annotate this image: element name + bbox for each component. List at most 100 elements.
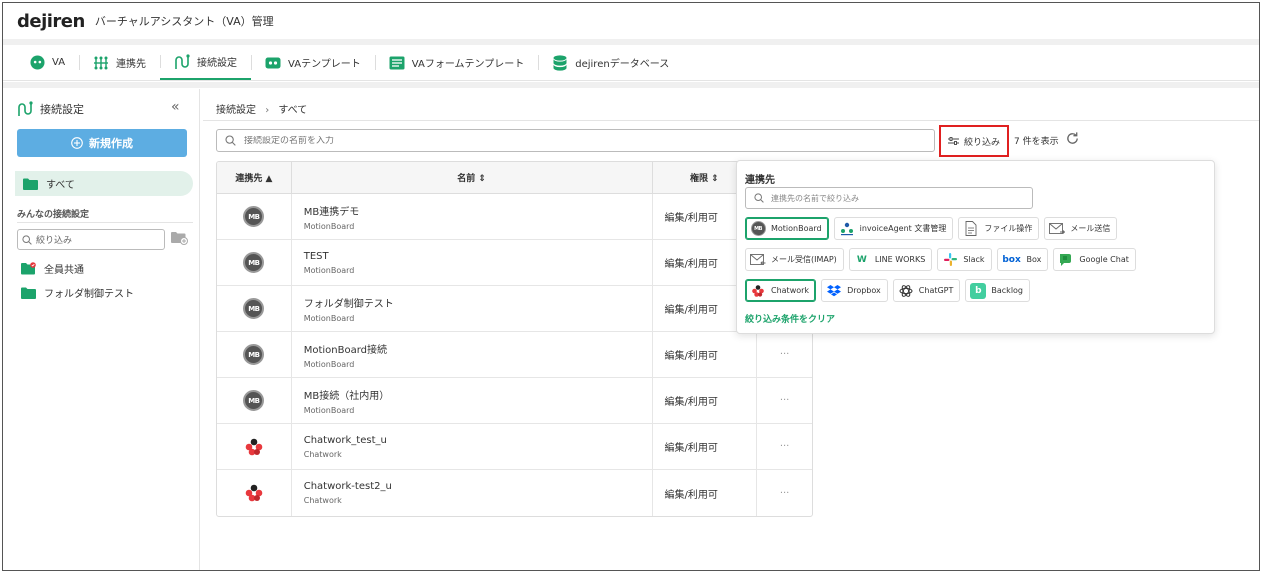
breadcrumb-divider <box>203 120 1259 121</box>
sidebar-item-all[interactable]: すべて <box>15 171 193 196</box>
more-actions-button[interactable]: ··· <box>757 332 812 377</box>
sidebar-heading: 接続設定 <box>17 101 84 117</box>
chip-label: Slack <box>963 255 985 264</box>
column-header-name[interactable]: 名前 ⇕ <box>292 162 653 193</box>
name-cell: Chatwork-test2_u Chatwork <box>292 470 653 516</box>
table-row[interactable]: MB MB接続（社内用） MotionBoard 編集/利用可 ··· <box>217 378 812 424</box>
connection-name[interactable]: MB連携デモ <box>304 203 652 218</box>
chip-chatgpt[interactable]: ChatGPT <box>892 279 961 302</box>
chip-label: メール受信(IMAP) <box>771 255 837 264</box>
clear-filter-link[interactable]: 絞り込み条件をクリア <box>745 312 835 325</box>
integration-search-input[interactable]: 連携先の名前で絞り込み <box>745 187 1033 209</box>
sidebar-filter-input[interactable]: 絞り込み <box>17 229 165 250</box>
tab-label: VA <box>52 57 66 68</box>
box-icon: box <box>1002 254 1021 265</box>
chip-line-works[interactable]: W LINE WORKS <box>848 248 933 271</box>
refresh-icon[interactable] <box>1065 131 1080 149</box>
backlog-icon: b <box>970 282 987 299</box>
tab-va-form-template[interactable]: VAフォームテンプレート <box>374 45 538 80</box>
chip-mail-receive[interactable]: メール受信(IMAP) <box>745 248 844 271</box>
form-icon <box>389 55 405 71</box>
dropbox-icon <box>826 283 842 299</box>
add-folder-icon[interactable] <box>171 231 188 248</box>
tab-connection-settings[interactable]: 接続設定 <box>160 45 252 80</box>
permission-cell: 編集/利用可 <box>653 332 758 377</box>
sidebar-item-everyone[interactable]: 全員共通 <box>21 261 84 276</box>
column-header-service[interactable]: 連携先 ▲ <box>217 162 292 193</box>
chip-slack[interactable]: Slack <box>937 248 992 271</box>
line-works-icon: W <box>856 254 867 265</box>
connection-service: MotionBoard <box>303 405 355 415</box>
permission-cell: 編集/利用可 <box>653 424 758 469</box>
chip-box[interactable]: box Box <box>996 248 1049 271</box>
chip-invoiceagent[interactable]: invoiceAgent 文書管理 <box>833 217 954 240</box>
folder-icon <box>21 287 36 299</box>
connection-search-box[interactable] <box>216 129 935 152</box>
plus-circle-icon <box>71 137 83 149</box>
search-icon <box>754 193 764 203</box>
chip-label: Chatwork <box>771 286 810 295</box>
chip-label: ファイル操作 <box>984 224 1033 233</box>
chip-label: Google Chat <box>1079 255 1129 264</box>
motionboard-icon: MB <box>243 252 265 273</box>
service-cell: MB <box>217 286 292 331</box>
chip-motionboard[interactable]: MB MotionBoard <box>745 217 829 240</box>
service-cell: MB <box>217 240 292 285</box>
sidebar-item-folder-control-test[interactable]: フォルダ制御テスト <box>21 285 134 300</box>
connection-name[interactable]: TEST <box>304 251 652 262</box>
table-row[interactable]: MB フォルダ制御テストMotionBoard 編集/利用可 ··· <box>217 286 812 332</box>
search-icon <box>225 135 236 146</box>
connection-icon <box>17 101 33 117</box>
table-row[interactable]: Chatwork-test2_u Chatwork 編集/利用可 ··· <box>217 470 812 516</box>
connection-name[interactable]: フォルダ制御テスト <box>304 295 652 310</box>
tab-dejiren-database[interactable]: dejirenデータベース <box>538 45 683 80</box>
table-row[interactable]: Chatwork_test_u Chatwork 編集/利用可 ··· <box>217 424 812 470</box>
folder-icon <box>23 178 38 190</box>
connection-search-input[interactable] <box>244 135 844 146</box>
main-tabs: VA 連携先 接続設定 VAテンプレート VAフォームテンプレート dejire… <box>3 45 1259 81</box>
connection-name[interactable]: Chatwork_test_u <box>304 435 652 446</box>
tab-va-template[interactable]: VAテンプレート <box>251 45 375 80</box>
chip-file-operation[interactable]: ファイル操作 <box>958 217 1040 240</box>
name-cell: Chatwork_test_u Chatwork <box>292 424 653 469</box>
new-connection-button[interactable]: 新規作成 <box>17 129 187 157</box>
table-row[interactable]: MB MB連携デモMotionBoard 編集/利用可 ··· <box>217 194 812 240</box>
chip-mail-send[interactable]: メール送信 <box>1044 217 1118 240</box>
connection-name[interactable]: MB接続（社内用） <box>304 387 652 402</box>
connection-service: Chatwork <box>303 496 342 505</box>
connection-name[interactable]: Chatwork-test2_u <box>304 481 652 492</box>
more-actions-button[interactable]: ··· <box>757 470 812 516</box>
chatwork-icon <box>244 437 264 457</box>
breadcrumb-item[interactable]: 接続設定 <box>216 105 256 116</box>
sidebar-item-label: 全員共通 <box>44 265 84 276</box>
collapse-sidebar-button[interactable]: « <box>171 99 180 115</box>
new-button-label: 新規作成 <box>89 137 133 150</box>
chip-google-chat[interactable]: Google Chat <box>1053 248 1136 271</box>
more-actions-button[interactable]: ··· <box>757 424 812 469</box>
chip-label: メール送信 <box>1070 224 1111 233</box>
name-cell: MB連携デモ MotionBoard <box>292 194 653 239</box>
table-row[interactable]: MB MotionBoard接続 MotionBoard 編集/利用可 ··· <box>217 332 812 378</box>
breadcrumb-separator: › <box>265 105 270 116</box>
chip-dropbox[interactable]: Dropbox <box>821 279 888 302</box>
app-title: バーチャルアシスタント（VA）管理 <box>94 15 274 28</box>
motionboard-icon: MB <box>750 221 766 237</box>
tab-integrations[interactable]: 連携先 <box>79 45 160 80</box>
sidebar-heading-label: 接続設定 <box>40 103 84 116</box>
table-row[interactable]: MB TESTMotionBoard 編集/利用可 ··· <box>217 240 812 286</box>
chip-backlog[interactable]: b Backlog <box>965 279 1031 302</box>
connections-table: 連携先 ▲ 名前 ⇕ 権限 ⇕ MB MB連携デモ MotionBoard 編集/… <box>216 161 813 517</box>
mail-receive-icon <box>750 252 766 268</box>
more-actions-button[interactable]: ··· <box>757 378 812 423</box>
connection-name[interactable]: MotionBoard接続 <box>304 341 652 356</box>
sidebar-filter-placeholder: 絞り込み <box>36 236 73 246</box>
chip-chatwork[interactable]: Chatwork <box>745 279 817 302</box>
chip-label: ChatGPT <box>918 286 954 295</box>
shared-settings-section-title: みんなの接続設定 <box>17 210 90 220</box>
result-count: 7 件を表示 <box>1014 137 1059 147</box>
filter-button[interactable]: 絞り込み <box>939 125 1009 157</box>
chip-label: invoiceAgent 文書管理 <box>859 224 947 233</box>
tab-va[interactable]: VA <box>15 45 79 80</box>
dejiren-logo[interactable]: dejiren <box>17 11 85 32</box>
connection-service: MotionBoard <box>303 221 355 231</box>
